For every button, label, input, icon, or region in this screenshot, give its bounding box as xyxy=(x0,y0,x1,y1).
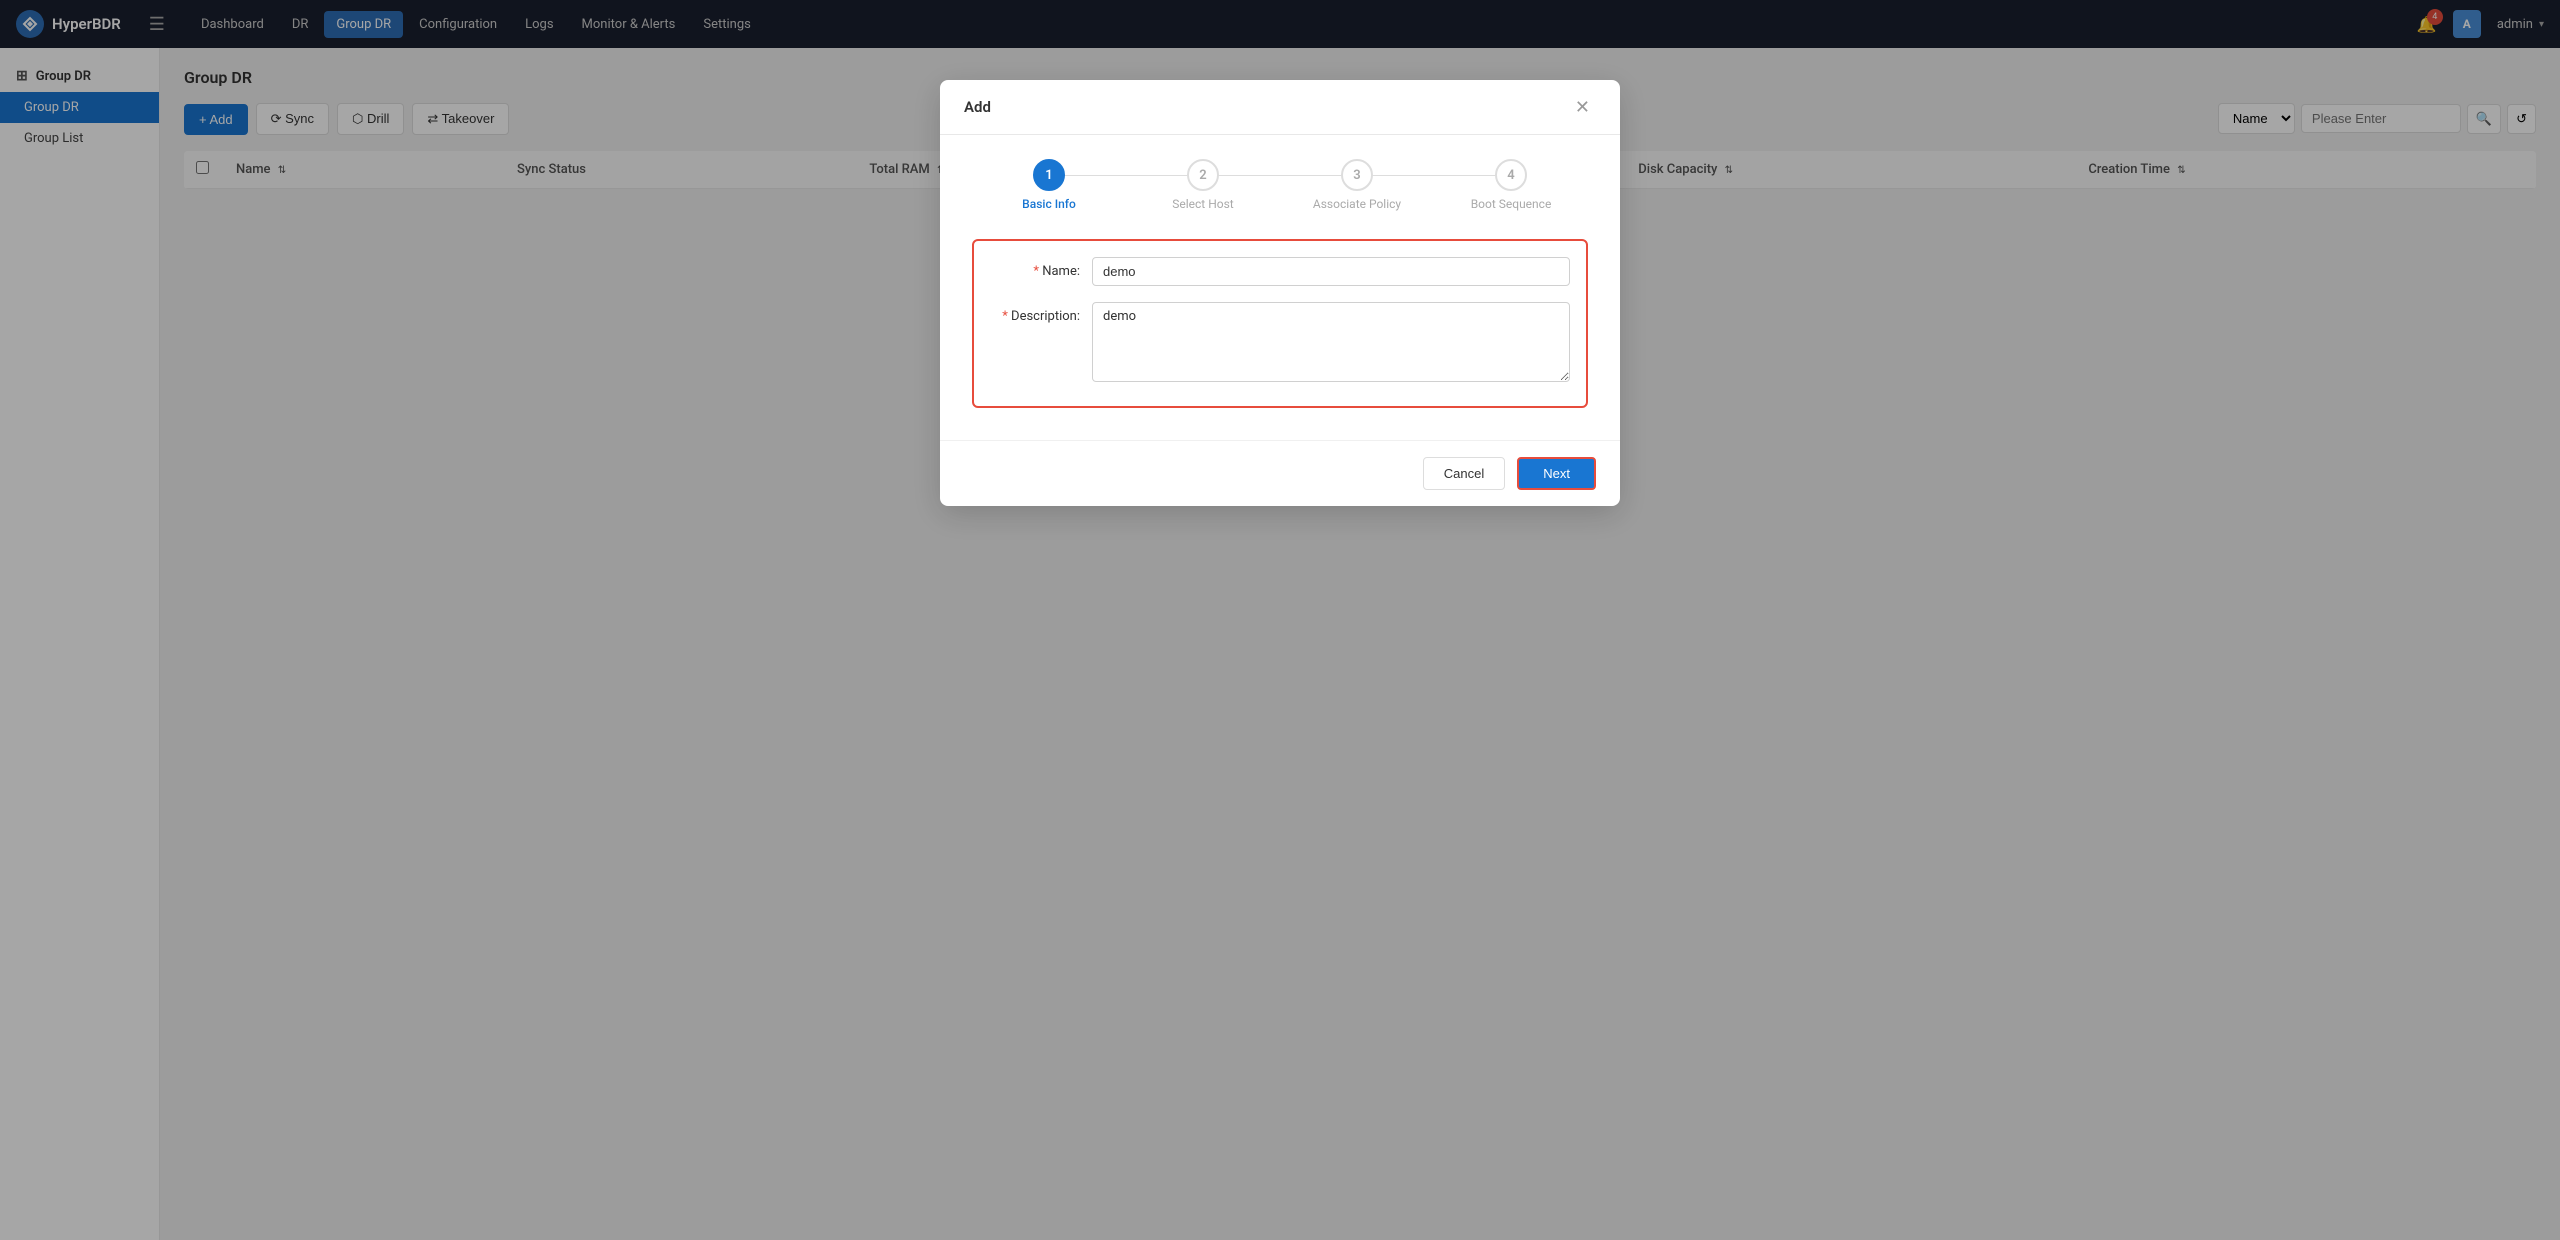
description-label: * Description: xyxy=(990,302,1080,324)
step-3-label: Associate Policy xyxy=(1313,197,1401,211)
modal-header: Add ✕ xyxy=(940,80,1620,135)
name-input[interactable] xyxy=(1092,257,1570,286)
step-1: 1 Basic Info xyxy=(972,159,1126,211)
modal-footer: Cancel Next xyxy=(940,440,1620,506)
step-3-circle: 3 xyxy=(1341,159,1373,191)
step-2: 2 Select Host xyxy=(1126,159,1280,211)
step-2-label: Select Host xyxy=(1172,197,1233,211)
form-wrapper: * Name: * Description: xyxy=(972,239,1588,408)
desc-required-star: * xyxy=(1002,309,1011,324)
step-4-label: Boot Sequence xyxy=(1471,197,1552,211)
modal-dialog: Add ✕ 1 Basic Info 2 Select Host 3 Assoc… xyxy=(940,80,1620,506)
modal-overlay: Add ✕ 1 Basic Info 2 Select Host 3 Assoc… xyxy=(0,0,2560,1240)
step-1-label: Basic Info xyxy=(1022,197,1076,211)
modal-body: 1 Basic Info 2 Select Host 3 Associate P… xyxy=(940,135,1620,440)
description-textarea[interactable] xyxy=(1092,302,1570,382)
name-required-star: * xyxy=(1033,264,1042,279)
step-2-circle: 2 xyxy=(1187,159,1219,191)
step-4-circle: 4 xyxy=(1495,159,1527,191)
name-label: * Name: xyxy=(990,257,1080,279)
step-3: 3 Associate Policy xyxy=(1280,159,1434,211)
step-1-circle: 1 xyxy=(1033,159,1065,191)
step-4: 4 Boot Sequence xyxy=(1434,159,1588,211)
next-button[interactable]: Next xyxy=(1517,457,1596,490)
modal-close-button[interactable]: ✕ xyxy=(1569,96,1596,118)
modal-title: Add xyxy=(964,98,991,116)
stepper: 1 Basic Info 2 Select Host 3 Associate P… xyxy=(972,159,1588,211)
form-group-name: * Name: xyxy=(990,257,1570,286)
form-group-description: * Description: xyxy=(990,302,1570,382)
cancel-button[interactable]: Cancel xyxy=(1423,457,1505,490)
